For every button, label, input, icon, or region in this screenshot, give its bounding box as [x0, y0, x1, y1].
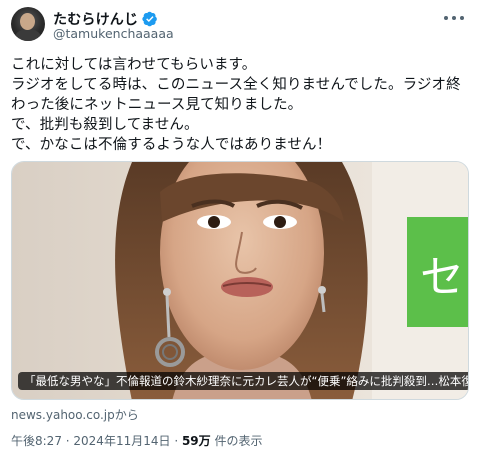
avatar[interactable] — [11, 7, 45, 41]
link-card-source[interactable]: news.yahoo.co.jpから — [11, 406, 139, 423]
author-handle[interactable]: @tamukenchaaaaa — [53, 26, 174, 41]
link-card-title[interactable]: 「最低な男やな」不倫報道の鈴木紗理奈に元カレ芸人が“便乗”絡みに批判殺到…松本復… — [18, 372, 468, 390]
verified-badge-icon — [142, 11, 158, 27]
svg-text:セ: セ — [420, 252, 464, 303]
tweet-text: これに対しては言わせてもらいます。 ラジオをしてる時は、このニュース全く知りませ… — [11, 57, 461, 153]
link-card-image: セ — [12, 162, 468, 399]
views-count: 59万 — [181, 434, 211, 448]
link-card[interactable]: セ 「最低な男やな」不倫報道の鈴木紗理奈に元カレ芸人が“便乗”絡みに批判殺到…松… — [11, 161, 469, 400]
meta-separator: · — [170, 434, 182, 448]
more-options-icon[interactable] — [442, 12, 466, 24]
tweet-date[interactable]: 2024年11月14日 — [73, 434, 170, 448]
views-label: 件の表示 — [210, 434, 263, 448]
tweet-time[interactable]: 午後8:27 — [11, 434, 62, 448]
meta-separator: · — [61, 434, 74, 448]
tweet-meta: 午後8:27 · 2024年11月14日 · 59万 件の表示 — [11, 432, 262, 449]
